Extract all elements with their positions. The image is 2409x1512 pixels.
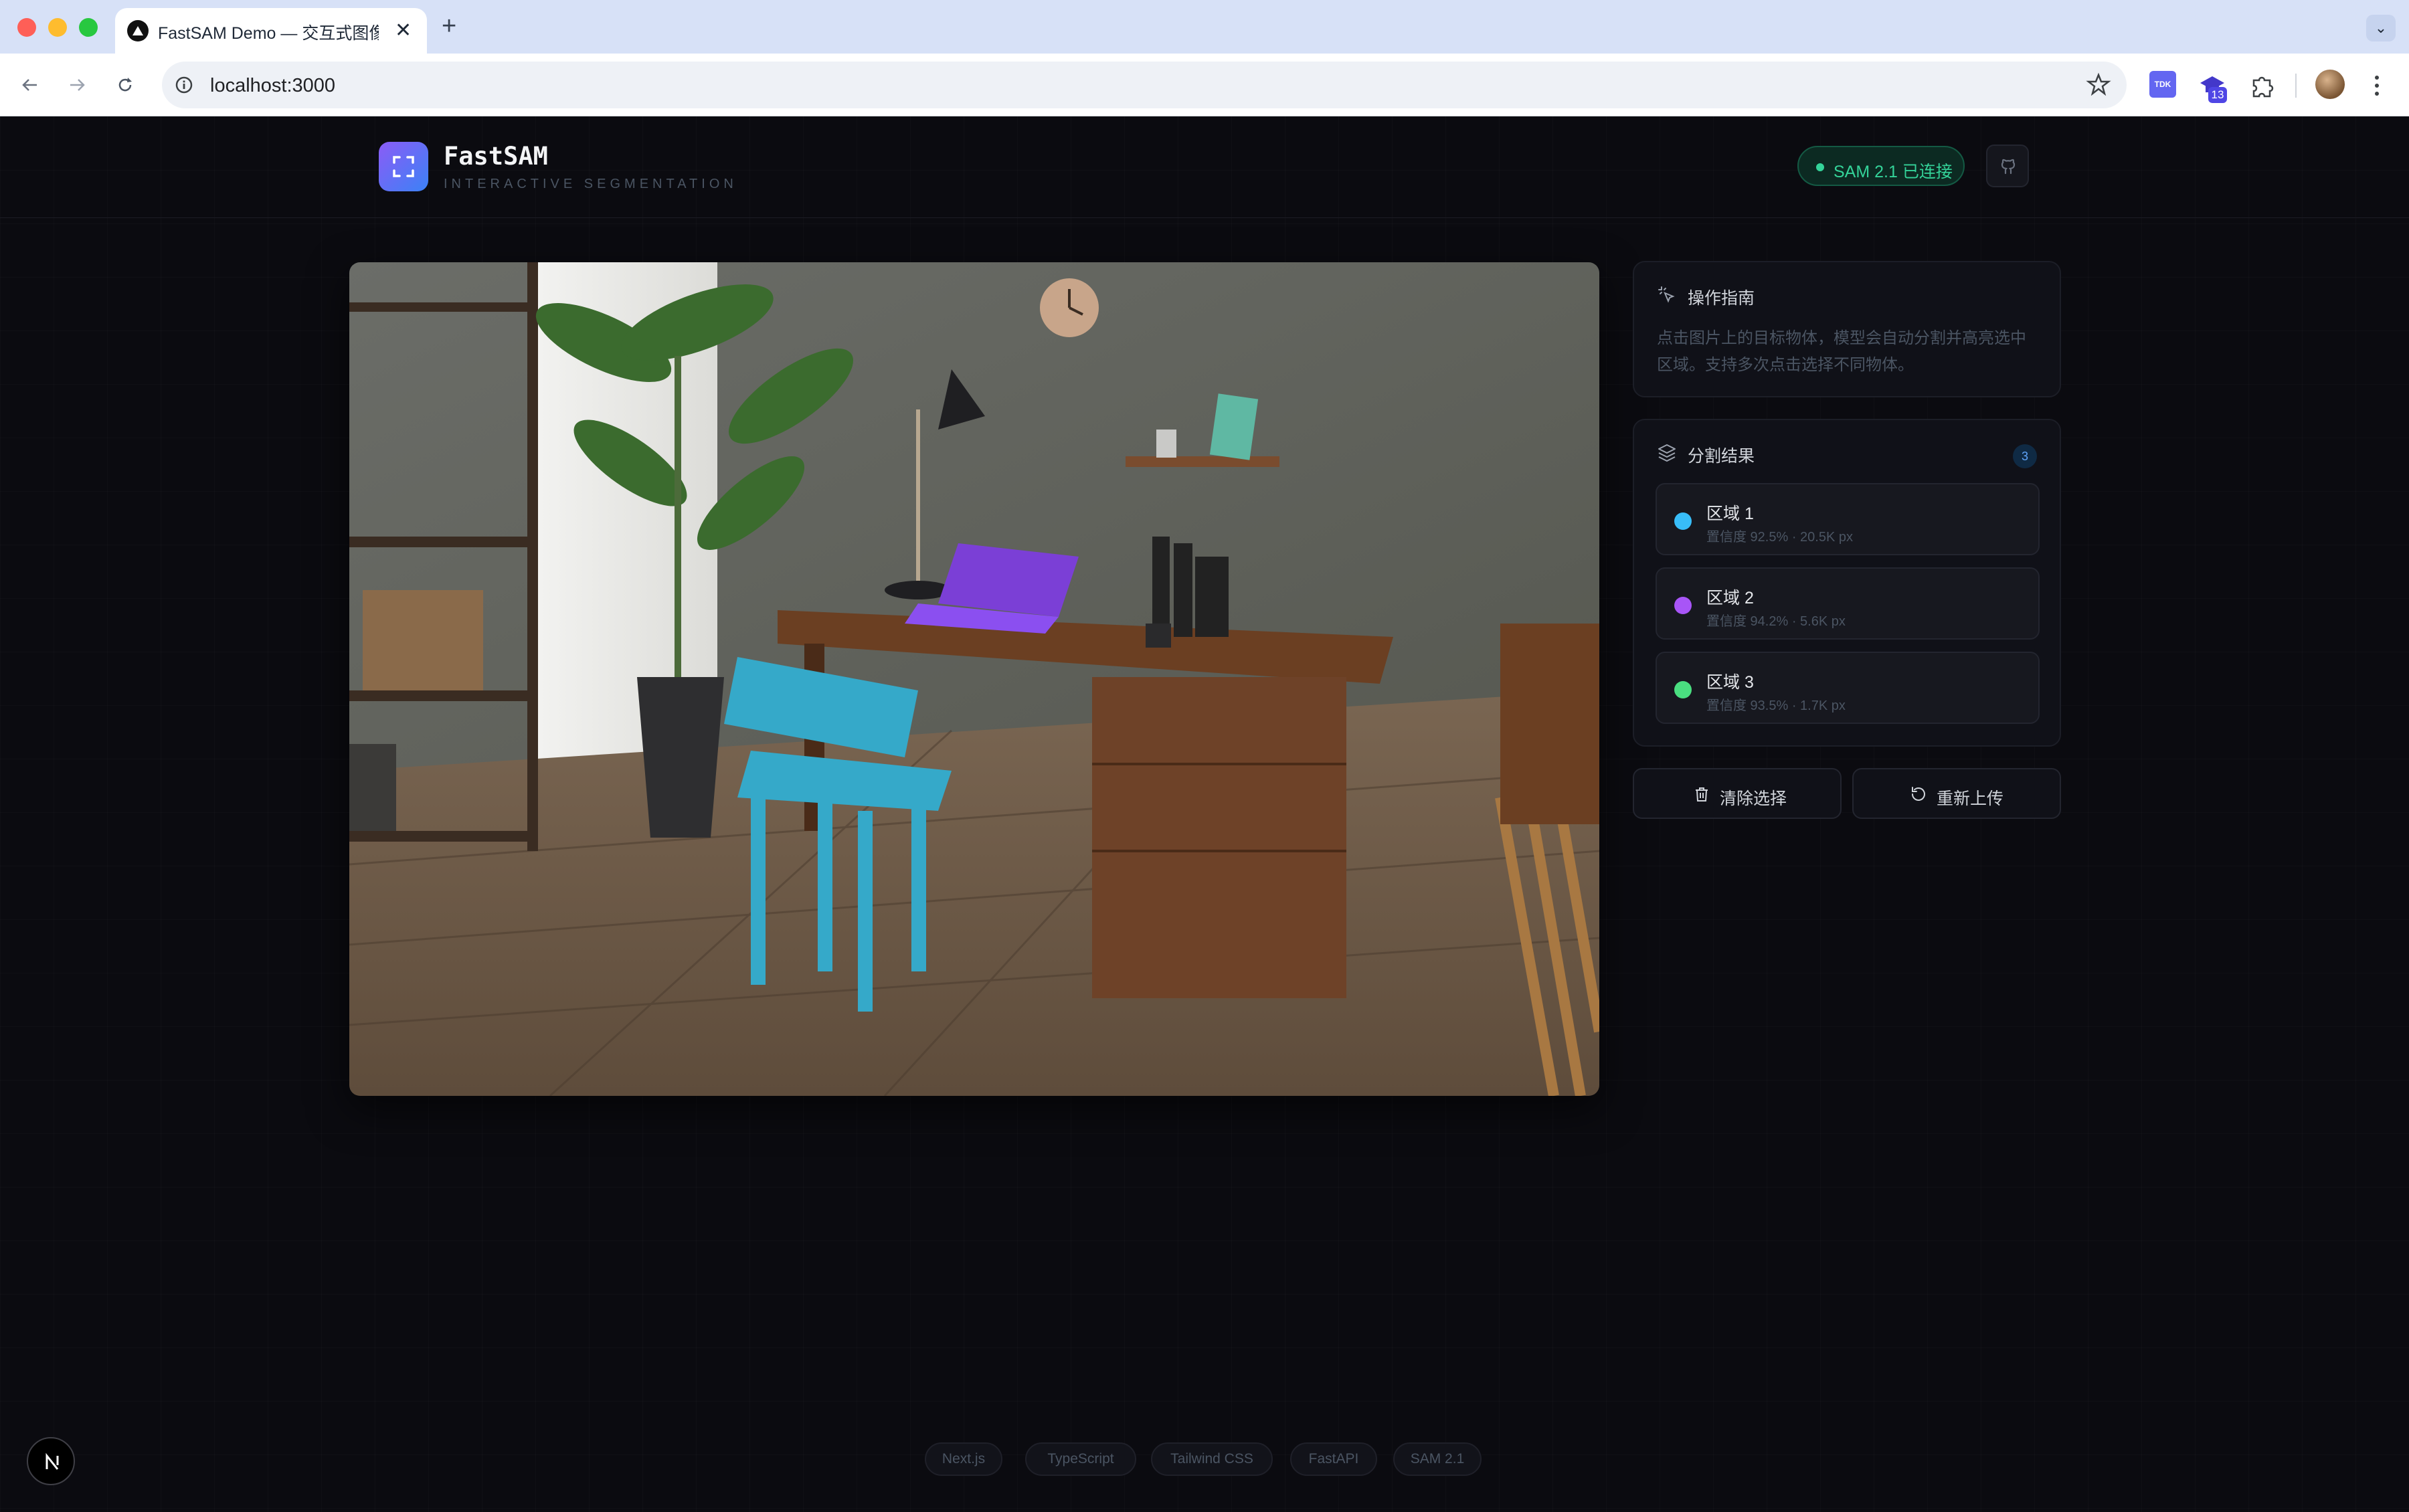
region-meta: 置信度 94.2% · 5.6K px [1706, 614, 1846, 629]
tech-chip: SAM 2.1 [1393, 1442, 1482, 1476]
reupload-button[interactable]: 重新上传 [1852, 768, 2061, 819]
tab-close-icon[interactable]: ✕ [395, 19, 412, 42]
guide-card: 操作指南 点击图片上的目标物体，模型会自动分割并高亮选中区域。支持多次点击选择不… [1633, 261, 2061, 397]
tech-chip: Next.js [925, 1442, 1002, 1476]
region-meta: 置信度 93.5% · 1.7K px [1706, 698, 1846, 713]
forward-arrow-icon[interactable] [60, 68, 94, 102]
toolbar-divider [2295, 74, 2297, 98]
browser-tab-active[interactable]: FastSAM Demo — 交互式图像 ✕ [115, 8, 427, 54]
region-name: 区域 2 [1706, 589, 1754, 607]
trash-icon [1696, 787, 1708, 801]
bookmark-star-icon[interactable] [2085, 71, 2112, 101]
window-minimize-button[interactable] [48, 18, 67, 37]
more-menu-icon[interactable] [2369, 72, 2385, 99]
region-name: 区域 3 [1706, 673, 1754, 692]
reload-icon[interactable] [108, 68, 142, 102]
region-item-2[interactable]: 区域 2 置信度 94.2% · 5.6K px [1656, 567, 2040, 640]
tech-chip: TypeScript [1025, 1442, 1136, 1476]
brand-tagline: INTERACTIVE SEGMENTATION [444, 177, 737, 191]
brand-name: FastSAM [444, 142, 548, 171]
connection-status-badge: SAM 2.1 已连接 [1797, 146, 1965, 186]
region-item-1[interactable]: 区域 1 置信度 92.5% · 20.5K px [1656, 483, 2040, 555]
region-name: 区域 1 [1706, 504, 1754, 523]
reupload-label: 重新上传 [1937, 789, 2004, 808]
profile-avatar[interactable] [2315, 70, 2345, 99]
app-root: FastSAM INTERACTIVE SEGMENTATION SAM 2.1… [0, 116, 2409, 1512]
results-count-badge: 3 [2013, 444, 2037, 468]
guide-text: 点击图片上的目标物体，模型会自动分割并高亮选中区域。支持多次点击选择不同物体。 [1657, 329, 2026, 374]
extension-badge-count: 13 [2208, 87, 2227, 103]
tech-chip: FastAPI [1290, 1442, 1377, 1476]
results-title: 分割结果 [1688, 447, 1755, 466]
back-arrow-icon[interactable] [13, 68, 47, 102]
site-info-icon[interactable] [171, 72, 197, 98]
tab-title: FastSAM Demo — 交互式图像 [158, 24, 379, 43]
region-item-3[interactable]: 区域 3 置信度 93.5% · 1.7K px [1656, 652, 2040, 724]
region-color-dot [1674, 681, 1692, 698]
new-tab-plus-icon[interactable]: + [442, 12, 456, 41]
app-header: FastSAM INTERACTIVE SEGMENTATION SAM 2.1… [0, 116, 2409, 218]
guide-title: 操作指南 [1688, 289, 1755, 308]
browser-tab-strip: FastSAM Demo — 交互式图像 ✕ + ⌄ [0, 0, 2409, 54]
vercel-triangle-icon [127, 20, 149, 41]
results-card: 分割结果 3 区域 1 置信度 92.5% · 20.5K px 区域 2 置信… [1633, 419, 2061, 747]
region-color-dot [1674, 597, 1692, 614]
sparkle-pointer-icon [1657, 285, 1677, 308]
clear-selection-label: 清除选择 [1720, 789, 1787, 808]
tab-search-chevron-icon[interactable]: ⌄ [2366, 15, 2396, 41]
extensions-puzzle-icon[interactable] [2247, 71, 2277, 100]
connection-status-text: SAM 2.1 已连接 [1834, 163, 1953, 181]
nextjs-dev-indicator-icon[interactable] [27, 1437, 75, 1485]
region-meta: 置信度 92.5% · 20.5K px [1706, 530, 1853, 545]
logo-scan-icon [379, 142, 428, 191]
status-dot [1816, 163, 1824, 171]
tech-chip: Tailwind CSS [1151, 1442, 1273, 1476]
window-close-button[interactable] [17, 18, 36, 37]
url-text: localhost:3000 [210, 75, 336, 96]
github-button[interactable] [1986, 145, 2029, 187]
clear-selection-button[interactable]: 清除选择 [1633, 768, 1842, 819]
browser-toolbar: localhost:3000 TDK 13 [0, 54, 2409, 116]
segmentation-canvas[interactable] [349, 262, 1599, 1096]
layers-icon [1657, 443, 1677, 466]
region-color-dot [1674, 512, 1692, 530]
address-bar[interactable]: localhost:3000 [162, 62, 2127, 108]
window-zoom-button[interactable] [79, 18, 98, 37]
rotate-ccw-icon [1912, 787, 1925, 801]
tdk-extension-icon[interactable]: TDK [2149, 71, 2176, 98]
